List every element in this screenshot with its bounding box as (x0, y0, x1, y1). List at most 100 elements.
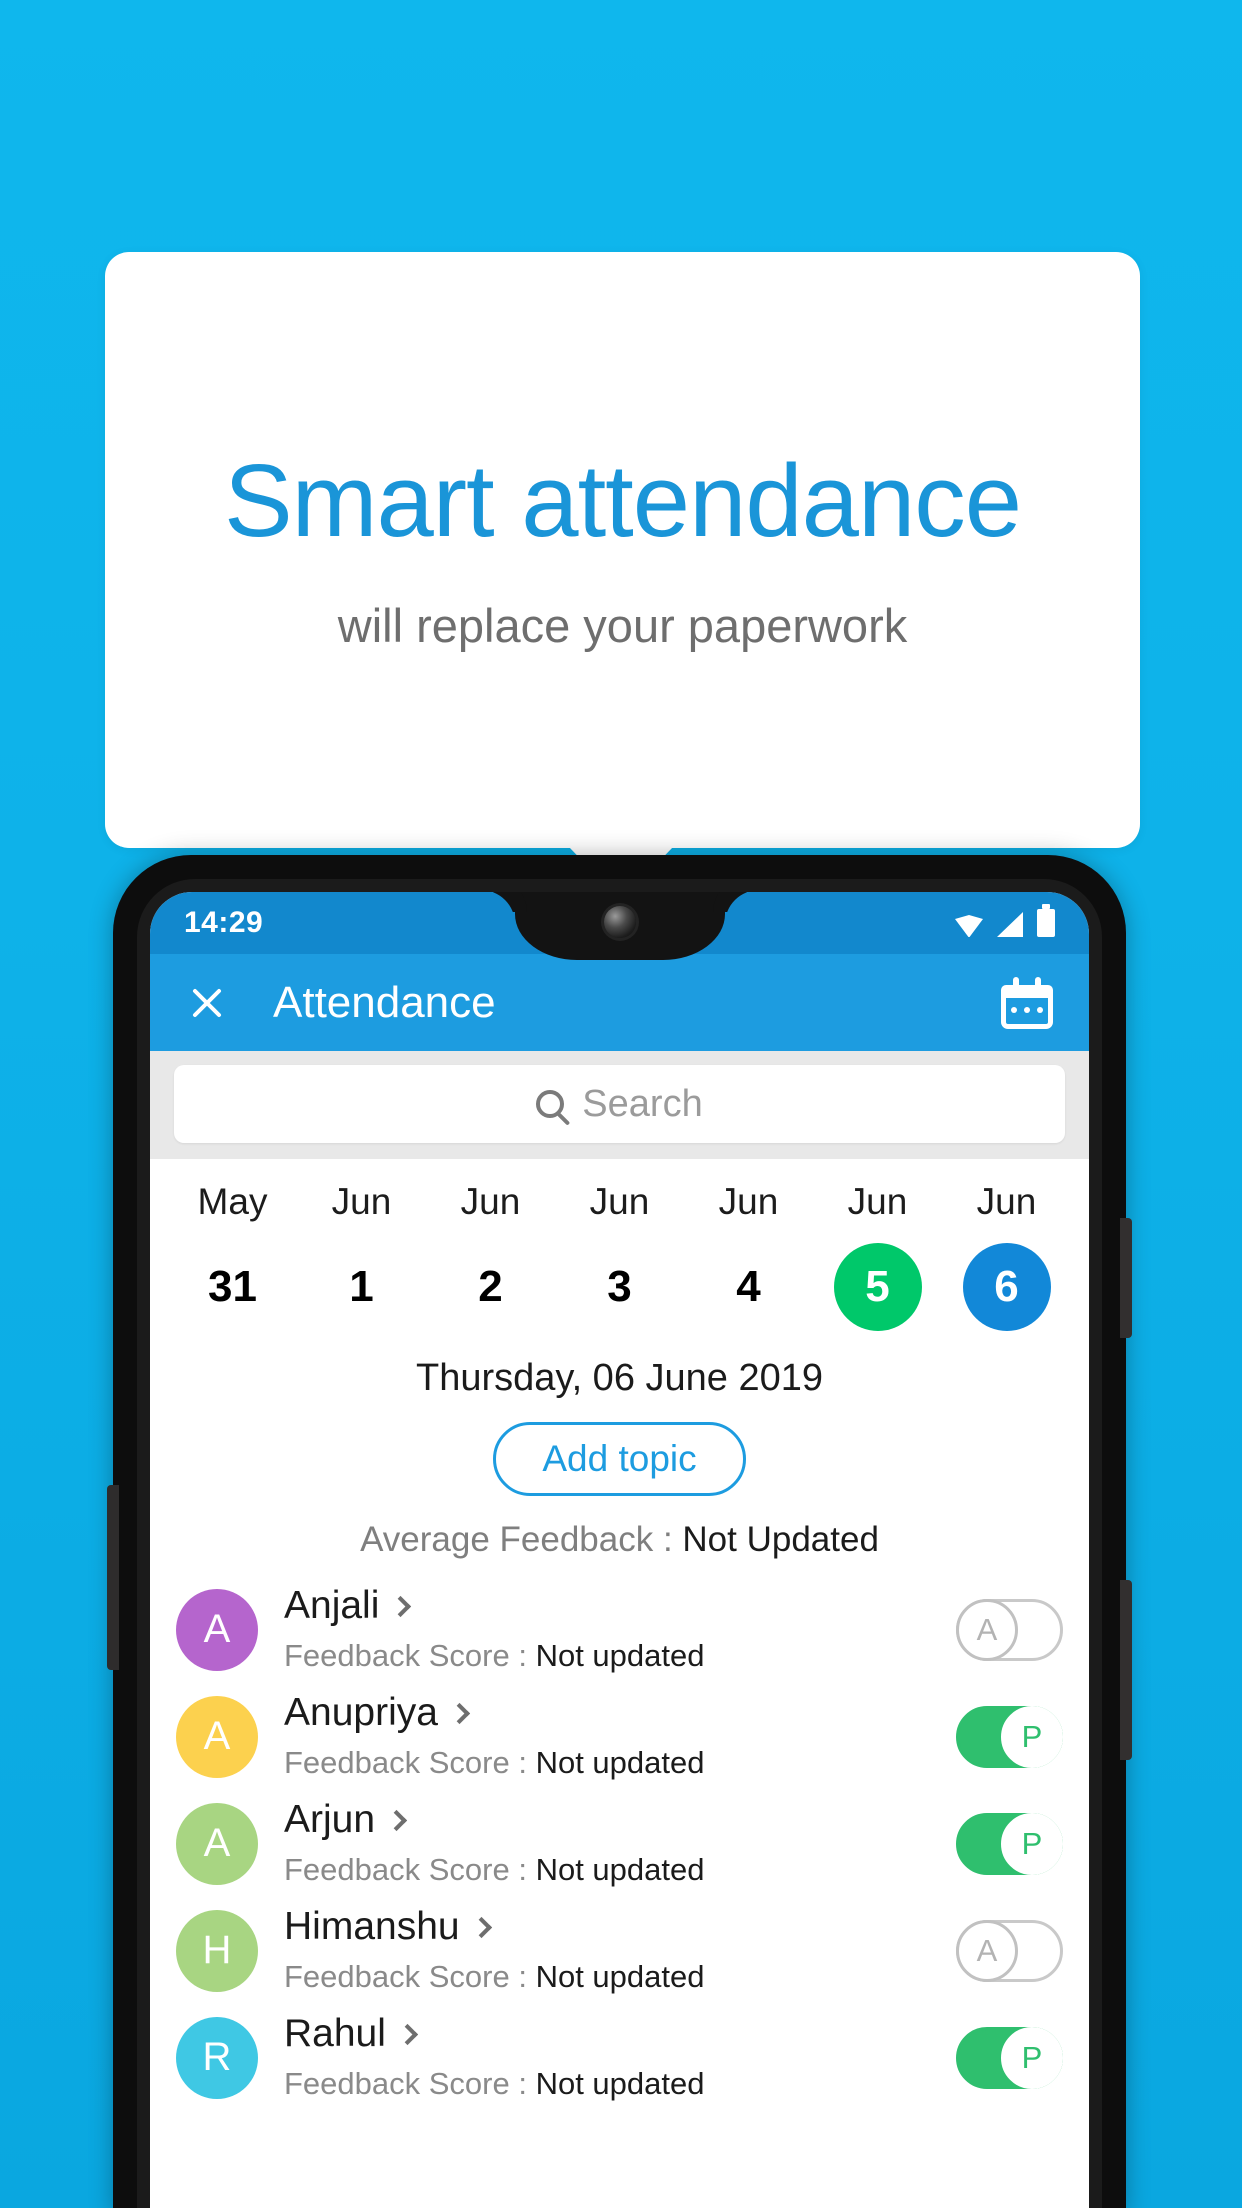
attendance-toggle-knob: A (956, 1598, 1018, 1661)
selected-date-label: Thursday, 06 June 2019 (415, 1357, 823, 1399)
phone-screen: 14:29 Attendance Search May 31 Jun 1 Jun… (150, 892, 1089, 2208)
calendar-icon[interactable] (1001, 976, 1053, 1029)
attendance-toggle-knob: A (956, 1919, 1018, 1982)
date-cell-2[interactable]: Jun 2 (426, 1181, 555, 1331)
date-cell-5[interactable]: Jun 5 (813, 1181, 942, 1331)
avatar: A (176, 1695, 258, 1778)
date-day-number: 3 (607, 1262, 632, 1311)
avatar: H (176, 1909, 258, 1992)
chevron-right-icon[interactable] (390, 1595, 412, 1617)
attendance-toggle[interactable]: A (956, 1598, 1063, 1661)
feedback-score-label: Feedback Score : (284, 1745, 536, 1781)
attendance-toggle-knob: P (1001, 1705, 1063, 1768)
attendance-toggle-knob: P (1001, 2026, 1063, 2089)
student-info: Anjali Feedback Score : Not updated (284, 1583, 956, 1675)
feedback-score: Feedback Score : Not updated (284, 1745, 956, 1781)
date-month-label: Jun (847, 1181, 908, 1222)
date-day-number: 2 (478, 1262, 503, 1311)
attendance-toggle[interactable]: A (956, 1919, 1063, 1982)
calendar-header (1001, 984, 1053, 998)
average-feedback-value: Not Updated (682, 1520, 879, 1559)
feedback-score: Feedback Score : Not updated (284, 1959, 956, 1995)
page-title: Attendance (273, 977, 496, 1027)
attendance-toggle[interactable]: P (956, 1812, 1063, 1875)
student-info: Himanshu Feedback Score : Not updated (284, 1905, 956, 1996)
student-name-row: Anjali (284, 1583, 956, 1628)
search-container: Search (150, 1051, 1089, 1159)
date-day-number: 31 (208, 1262, 257, 1311)
attendance-toggle[interactable]: P (956, 2026, 1063, 2089)
date-cell-3[interactable]: Jun 3 (555, 1181, 684, 1331)
student-name-row: Rahul (284, 2011, 956, 2056)
feedback-score-value: Not updated (535, 1852, 705, 1888)
student-row[interactable]: A Anupriya Feedback Score : Not updated P (150, 1683, 1089, 1790)
student-name-row: Arjun (284, 1797, 956, 1842)
student-info: Arjun Feedback Score : Not updated (284, 1797, 956, 1889)
date-day-number: 5 (833, 1243, 922, 1331)
date-month-label: Jun (718, 1181, 779, 1222)
search-icon (536, 1090, 565, 1118)
feedback-score-value: Not updated (535, 1745, 705, 1781)
student-info: Anupriya Feedback Score : Not updated (284, 1690, 956, 1782)
student-row[interactable]: A Arjun Feedback Score : Not updated P (150, 1790, 1089, 1897)
student-name: Rahul (284, 2011, 386, 2055)
feedback-score-label: Feedback Score : (284, 1959, 536, 1995)
feedback-score: Feedback Score : Not updated (284, 2066, 956, 2102)
student-row[interactable]: R Rahul Feedback Score : Not updated P (150, 2004, 1089, 2111)
add-topic-button[interactable]: Add topic (493, 1422, 746, 1496)
date-day-number: 6 (962, 1243, 1051, 1331)
status-bar: 14:29 (150, 892, 1089, 960)
promo-subtitle: will replace your paperwork (337, 598, 908, 652)
feedback-score: Feedback Score : Not updated (284, 1638, 956, 1674)
date-cell-1[interactable]: Jun 1 (297, 1181, 426, 1331)
avatar: A (176, 1588, 258, 1671)
date-day-number: 4 (736, 1262, 761, 1311)
feedback-score-value: Not updated (535, 1638, 705, 1674)
date-cell-4[interactable]: Jun 4 (684, 1181, 813, 1331)
feedback-score-label: Feedback Score : (284, 1852, 536, 1888)
promo-title: Smart attendance (223, 443, 1022, 559)
wifi-icon (955, 915, 983, 937)
status-clock: 14:29 (184, 906, 264, 939)
phone-button-left[interactable] (107, 1485, 119, 1670)
promo-card: Smart attendance will replace your paper… (105, 252, 1140, 848)
student-name-row: Himanshu (284, 1905, 956, 1949)
attendance-toggle[interactable]: P (956, 1705, 1063, 1768)
phone-button-volume[interactable] (1120, 1580, 1132, 1760)
close-icon[interactable] (186, 982, 228, 1024)
date-month-label: Jun (976, 1181, 1037, 1222)
feedback-score-label: Feedback Score : (284, 2066, 536, 2102)
student-list: A Anjali Feedback Score : Not updated A A Anu… (150, 1576, 1089, 2111)
student-name: Anjali (284, 1583, 380, 1627)
status-icon-group (955, 909, 1055, 937)
chevron-right-icon[interactable] (470, 1916, 492, 1938)
chevron-right-icon[interactable] (448, 1702, 471, 1724)
date-cell-31[interactable]: May 31 (168, 1181, 297, 1331)
date-month-label: Jun (331, 1181, 392, 1222)
calendar-dots (1001, 1006, 1053, 1013)
feedback-score-value: Not updated (535, 1959, 705, 1995)
feedback-score-value: Not updated (535, 2066, 705, 2102)
student-row[interactable]: H Himanshu Feedback Score : Not updated A (150, 1897, 1089, 2004)
student-name: Anupriya (284, 1690, 438, 1734)
attendance-toggle-knob: P (1001, 1812, 1063, 1875)
feedback-score-label: Feedback Score : (284, 1638, 536, 1674)
search-input[interactable]: Search (174, 1065, 1065, 1143)
phone-button-power[interactable] (1120, 1218, 1132, 1338)
average-feedback: Average Feedback : Not Updated (150, 1520, 1089, 1560)
waterdrop-notch (514, 892, 725, 960)
student-name-row: Anupriya (284, 1690, 956, 1735)
average-feedback-label: Average Feedback : (360, 1520, 683, 1559)
date-month-label: Jun (460, 1181, 521, 1222)
avatar: R (176, 2016, 258, 2099)
app-bar: Attendance (150, 954, 1089, 1051)
student-name: Arjun (284, 1797, 376, 1841)
date-strip: May 31 Jun 1 Jun 2 Jun 3 Jun 4 Jun 5 Jun 6 (150, 1159, 1089, 1331)
date-cell-6[interactable]: Jun 6 (942, 1181, 1071, 1331)
student-row[interactable]: A Anjali Feedback Score : Not updated A (150, 1576, 1089, 1683)
feedback-score: Feedback Score : Not updated (284, 1852, 956, 1888)
add-topic-container: Add topic (150, 1422, 1089, 1496)
front-camera-icon (603, 906, 636, 938)
chevron-right-icon[interactable] (396, 2023, 419, 2045)
chevron-right-icon[interactable] (385, 1809, 408, 1831)
